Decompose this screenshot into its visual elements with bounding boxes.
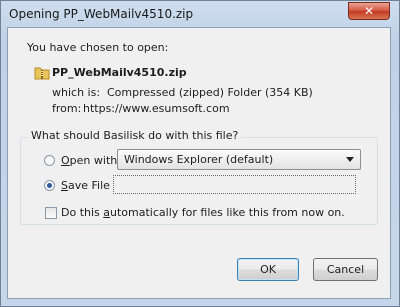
file-name: PP_WebMailv4510.zip [52, 66, 187, 79]
open-prompt: You have chosen to open: [27, 41, 169, 54]
ok-button[interactable]: OK [237, 258, 299, 281]
open-with-app-select[interactable]: Windows Explorer (default) [117, 149, 361, 170]
file-type-value: Compressed (zipped) Folder (354 KB) [107, 86, 313, 99]
open-with-radio[interactable] [44, 155, 55, 166]
radio-selected-dot [47, 183, 52, 188]
title-bar[interactable]: Opening PP_WebMailv4510.zip ✕ [1, 1, 399, 27]
chevron-down-icon [346, 157, 354, 162]
which-is-label: which is: [52, 86, 101, 99]
action-question: What should Basilisk do with this file? [28, 129, 242, 142]
window-title: Opening PP_WebMailv4510.zip [9, 7, 194, 21]
source-url: https://www.esumsoft.com [83, 102, 230, 115]
open-with-label[interactable]: Open with [61, 154, 117, 167]
save-file-radio[interactable] [44, 180, 55, 191]
save-file-label[interactable]: Save File [61, 179, 110, 192]
auto-action-checkbox[interactable] [45, 207, 57, 219]
open-with-app-value: Windows Explorer (default) [124, 153, 274, 166]
close-button[interactable]: ✕ [348, 2, 390, 20]
auto-action-label[interactable]: Do this automatically for files like thi… [61, 206, 345, 219]
cancel-button[interactable]: Cancel [313, 258, 378, 281]
from-label: from: [52, 102, 82, 115]
zip-folder-icon [34, 67, 50, 80]
close-icon: ✕ [363, 4, 375, 18]
save-file-focus-outline [113, 175, 356, 194]
